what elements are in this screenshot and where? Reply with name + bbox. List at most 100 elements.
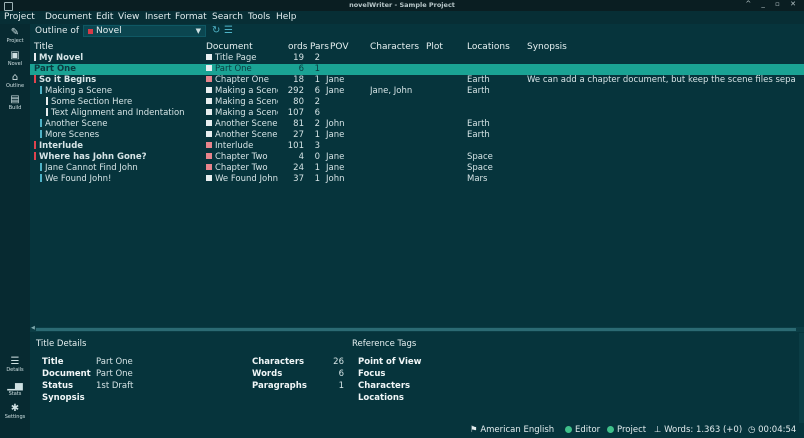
row-title-text: My Novel	[39, 53, 84, 63]
sidebar-outline-button[interactable]: ⌂ Outline	[0, 72, 30, 89]
sidebar-stats-button[interactable]: ▁▅ Stats	[0, 380, 30, 397]
menu-help[interactable]: Help	[276, 12, 297, 22]
novel-icon: ▣	[10, 50, 20, 61]
outline-row[interactable]: Interlude Interlude 101 3	[30, 141, 804, 152]
status-words-text: Words: 1.363 (+0)	[664, 425, 743, 435]
menu-view[interactable]: View	[118, 12, 139, 22]
menu-search[interactable]: Search	[212, 12, 243, 22]
row-document-text: Making a Scene	[215, 86, 278, 96]
window-controls[interactable]: ^ _ ▫ ✕	[745, 0, 800, 8]
chevron-down-icon: ▼	[195, 27, 201, 35]
column-header-pars[interactable]: Pars	[310, 42, 329, 52]
row-title-text: Where has John Gone?	[39, 152, 147, 162]
details-panel: Title Details Title Part One Document Pa…	[30, 333, 804, 423]
row-title: More Scenes	[40, 130, 202, 141]
column-header-plot[interactable]: Plot	[426, 42, 443, 52]
row-document: Title Page	[206, 53, 278, 64]
outline-row[interactable]: Making a Scene Making a Scene 292 6 Jane Jane…	[30, 86, 804, 97]
row-pars: 1	[314, 64, 320, 74]
columns-menu-icon[interactable]: ☰	[224, 25, 233, 36]
row-words: 18	[293, 75, 304, 85]
outline-row[interactable]: Where has John Gone? Chapter Two 4 0 Jane Spa…	[30, 152, 804, 163]
menu-edit[interactable]: Edit	[96, 12, 113, 22]
document-icon	[206, 164, 212, 170]
row-pars: 3	[314, 141, 320, 151]
document-icon	[206, 76, 212, 82]
sidebar-novel-button[interactable]: ▣ Novel	[0, 50, 30, 67]
sidebar-build-button[interactable]: ▤ Build	[0, 94, 30, 111]
column-header-characters[interactable]: Characters	[370, 42, 419, 52]
detail-paragraphs-label: Paragraphs	[252, 381, 307, 391]
row-document: We Found John!	[206, 174, 278, 185]
novel-root-icon	[88, 29, 93, 34]
project-status-dot	[607, 426, 614, 433]
sidebar-project-button[interactable]: ✎ Project	[0, 27, 30, 44]
column-header-synopsis[interactable]: Synopsis	[527, 42, 567, 52]
scroll-left-icon[interactable]: ◀	[31, 325, 35, 331]
menu-insert[interactable]: Insert	[145, 12, 171, 22]
row-document-text: We Found John!	[215, 174, 278, 184]
heading-level-marker	[34, 141, 36, 149]
outline-row[interactable]: Some Section Here Making a Scene 80 2	[30, 97, 804, 108]
menu-project[interactable]: Project	[4, 12, 35, 22]
outline-row[interactable]: My Novel Title Page 19 2	[30, 53, 804, 64]
menu-document[interactable]: Document	[45, 12, 92, 22]
row-words: 4	[298, 152, 304, 162]
status-time-text: 00:04:54	[758, 425, 797, 435]
row-locations: Space	[467, 163, 493, 173]
row-document: Another Scene	[206, 119, 278, 130]
row-document-text: Another Scene	[215, 130, 278, 140]
row-words: 292	[287, 86, 304, 96]
row-title: Some Section Here	[46, 97, 202, 108]
outline-toolbar: Outline of Novel ▼ ↻ ☰	[30, 24, 804, 39]
row-pars: 2	[314, 97, 320, 107]
menu-format[interactable]: Format	[175, 12, 207, 22]
row-locations: Earth	[467, 130, 490, 140]
row-title: Making a Scene	[40, 86, 202, 97]
row-title-text: Some Section Here	[51, 97, 133, 107]
row-title-text: So it Begins	[39, 75, 97, 85]
heading-level-marker	[40, 163, 42, 171]
column-header-locations[interactable]: Locations	[467, 42, 510, 52]
outline-row[interactable]: Jane Cannot Find John Chapter Two 24 1 Jane S…	[30, 163, 804, 174]
sidebar-details-button[interactable]: ☰ Details	[0, 356, 30, 373]
outline-row[interactable]: We Found John! We Found John! 37 1 John Mars	[30, 174, 804, 185]
menu-bar: Project Document Edit View Insert Format…	[0, 11, 804, 24]
refresh-icon[interactable]: ↻	[212, 25, 220, 36]
outline-row[interactable]: More Scenes Another Scene 27 1 Jane Earth	[30, 130, 804, 141]
details-icon: ☰	[10, 356, 20, 367]
outline-row[interactable]: So it Begins Chapter One 18 1 Jane Earth We ca…	[30, 75, 804, 86]
row-title-text: Making a Scene	[45, 86, 113, 96]
row-document-text: Interlude	[215, 141, 254, 151]
sidebar-novel-label: Novel	[7, 61, 23, 67]
column-header-pov[interactable]: POV	[330, 42, 349, 52]
column-header-words[interactable]: ords	[288, 42, 307, 52]
status-project-text: Project	[617, 425, 647, 435]
detail-words-label: Words	[252, 369, 283, 379]
novel-root-select[interactable]: Novel ▼	[83, 25, 206, 37]
horizontal-scrollbar[interactable]: ◀	[30, 325, 804, 332]
outline-row[interactable]: Another Scene Another Scene 81 2 John Earth	[30, 119, 804, 130]
outline-row[interactable]: Part One Part One 6 1	[30, 64, 804, 75]
sidebar-outline-label: Outline	[5, 83, 25, 89]
row-title: So it Begins	[34, 75, 202, 86]
row-pov: Jane	[326, 86, 345, 96]
status-language-text: American English	[480, 425, 555, 435]
sidebar-settings-button[interactable]: ✱ Settings	[0, 403, 30, 420]
status-time: ◷ 00:04:54	[748, 425, 796, 435]
ref-tag-focus: Focus	[358, 369, 386, 379]
row-document: Making a Scene	[206, 97, 278, 108]
document-icon	[206, 65, 212, 71]
row-document: Making a Scene	[206, 86, 278, 97]
title-details-heading: Title Details	[36, 339, 87, 349]
column-header-title[interactable]: Title	[34, 42, 53, 52]
row-document: Chapter Two	[206, 152, 278, 163]
menu-tools[interactable]: Tools	[248, 12, 270, 22]
row-document-text: Another Scene	[215, 119, 278, 129]
outline-row[interactable]: Text Alignment and Indentation Making a S…	[30, 108, 804, 119]
column-header-document[interactable]: Document	[206, 42, 253, 52]
details-scrollbar[interactable]	[799, 333, 804, 423]
row-pars: 2	[314, 119, 320, 129]
scrollbar-thumb[interactable]	[36, 328, 796, 331]
row-title-text: Text Alignment and Indentation	[51, 108, 185, 118]
